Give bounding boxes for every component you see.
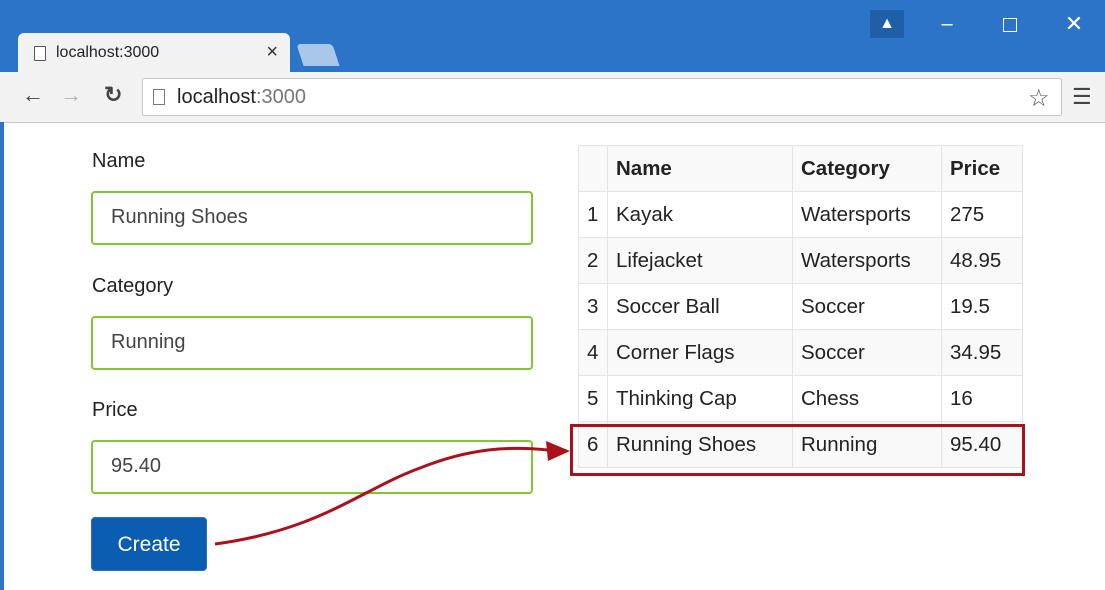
arrow-head	[546, 441, 570, 461]
annotation-arrow	[214, 441, 570, 546]
arrow-path	[214, 446, 549, 546]
